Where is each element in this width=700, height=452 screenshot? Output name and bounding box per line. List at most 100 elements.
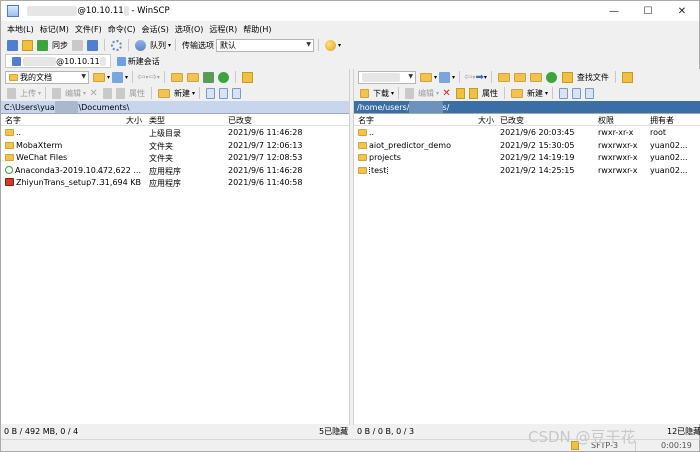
open-folder-icon[interactable] — [420, 72, 432, 82]
col-type[interactable]: 类型 — [149, 115, 165, 126]
globe-icon[interactable] — [325, 39, 337, 51]
refresh-icon[interactable] — [217, 71, 229, 83]
properties-icon[interactable] — [469, 87, 479, 99]
col-changed[interactable]: 已改变 — [500, 115, 524, 126]
invert-selection-icon[interactable] — [585, 87, 595, 99]
col-owner[interactable]: 拥有者 — [650, 115, 674, 126]
menu-session[interactable]: 会话(S) — [142, 24, 169, 35]
menu-files[interactable]: 文件(F) — [75, 24, 102, 35]
filter-icon[interactable] — [439, 71, 451, 83]
maximize-button[interactable]: ☐ — [631, 1, 665, 21]
delete-icon[interactable]: ✕ — [441, 88, 452, 99]
col-size[interactable]: 大小 — [126, 115, 142, 126]
deselect-icon[interactable] — [572, 87, 582, 99]
sync-browse-icon[interactable] — [621, 71, 633, 83]
putty-icon[interactable] — [87, 39, 98, 51]
preferences-icon[interactable] — [111, 39, 122, 51]
rename-icon[interactable] — [456, 87, 466, 99]
new-button[interactable]: 新建 — [527, 88, 543, 99]
file-owner: yuan02... — [650, 140, 688, 150]
parent-dir-icon[interactable] — [170, 72, 183, 82]
properties-button[interactable]: 属性 — [482, 88, 498, 99]
file-name: MobaXterm — [16, 140, 63, 150]
terminal-icon[interactable] — [72, 39, 83, 51]
root-dir-icon[interactable] — [186, 72, 199, 82]
table-row[interactable]: projects 2021/9/2 14:19:19 rwxrwxr-x yuan02… — [354, 152, 700, 165]
select-all-icon[interactable] — [559, 87, 569, 99]
session-tab[interactable]: xxxxxxx @10.10.11 x — [5, 54, 111, 68]
edit-icon[interactable] — [52, 87, 62, 99]
remote-hidden-count[interactable]: 12已隐藏 — [667, 425, 700, 439]
menu-remote[interactable]: 远程(R) — [209, 24, 237, 35]
delete-icon[interactable]: ✕ — [88, 88, 99, 99]
file-name: .. — [369, 128, 375, 137]
back-icon[interactable]: ⇦ — [464, 72, 472, 83]
forward-icon[interactable]: ➡ — [475, 72, 483, 83]
table-row[interactable]: WeChat Files 文件夹 2021/9/7 12:08:53 — [1, 152, 349, 165]
table-row[interactable]: aiot_predictor_demo 2021/9/2 15:30:05 rwxr… — [354, 140, 700, 153]
download-button[interactable]: 下载 — [373, 88, 389, 99]
upload-button[interactable]: 上传 — [20, 88, 36, 99]
upload-icon[interactable] — [7, 87, 16, 99]
transfer-settings-select[interactable]: 默认 ▼ — [216, 38, 315, 52]
edit-icon[interactable] — [405, 87, 415, 99]
home-dir-icon[interactable] — [529, 72, 542, 82]
col-changed[interactable]: 已改变 — [228, 115, 252, 126]
find-icon[interactable] — [241, 71, 253, 83]
queue-button[interactable]: 队列 — [150, 40, 166, 51]
local-hidden-count[interactable]: 5已隐藏 — [319, 425, 348, 439]
edit-button[interactable]: 编辑 — [418, 88, 434, 99]
queue-dropdown-icon[interactable]: ▾ — [168, 42, 171, 49]
new-icon[interactable] — [511, 88, 524, 98]
table-row[interactable]: test 2021/9/2 14:25:15 rwxrwxr-x yuan02... — [354, 165, 700, 178]
back-icon[interactable]: ⇦ — [137, 72, 145, 83]
col-size[interactable]: 大小 — [478, 115, 494, 126]
new-session-tab[interactable]: 新建会话 — [115, 56, 160, 67]
menu-mark[interactable]: 标记(M) — [40, 24, 69, 35]
table-row[interactable]: .. 2021/9/6 20:03:45 rwxr-xr-x root — [354, 127, 700, 140]
root-dir-icon[interactable] — [513, 72, 526, 82]
properties-button[interactable]: 属性 — [129, 88, 145, 99]
menu-local[interactable]: 本地(L) — [7, 24, 34, 35]
globe-dropdown-icon[interactable]: ▾ — [338, 42, 341, 49]
table-row[interactable]: MobaXterm 文件夹 2021/9/7 12:06:13 — [1, 140, 349, 153]
invert-selection-icon[interactable] — [232, 87, 242, 99]
new-button[interactable]: 新建 — [174, 88, 190, 99]
download-icon[interactable] — [360, 88, 369, 98]
col-permissions[interactable]: 权限 — [598, 115, 614, 126]
sync-icon[interactable] — [37, 39, 48, 51]
table-row[interactable]: ZhiyunTrans_setup7... 31,694 KB 应用程序 2021/9… — [1, 177, 349, 190]
filter-icon[interactable] — [112, 71, 124, 83]
remote-location-select[interactable]: xxxxxxxx ▼ — [358, 70, 416, 84]
new-window-icon[interactable] — [7, 39, 18, 51]
deselect-icon[interactable] — [219, 87, 229, 99]
minimize-button[interactable]: — — [597, 1, 631, 21]
refresh-icon[interactable] — [545, 71, 557, 83]
rename-icon[interactable] — [103, 87, 113, 99]
forward-icon[interactable]: ⇨ — [148, 72, 156, 83]
menu-commands[interactable]: 命令(C) — [108, 24, 136, 35]
select-all-icon[interactable] — [206, 87, 216, 99]
table-row[interactable]: .. 上级目录 2021/9/6 11:46:28 — [1, 127, 349, 140]
close-button[interactable]: ✕ — [665, 1, 699, 21]
file-owner: yuan02... — [650, 153, 688, 162]
menu-help[interactable]: 帮助(H) — [243, 24, 271, 35]
open-folder-icon[interactable] — [93, 72, 105, 82]
col-name[interactable]: 名字 — [5, 115, 21, 126]
table-row[interactable]: Anaconda3-2019.10... 472,622 ... 应用程序 2021/… — [1, 165, 349, 178]
new-icon[interactable] — [158, 88, 171, 98]
menu-options[interactable]: 选项(O) — [175, 24, 204, 35]
edit-button[interactable]: 编辑 — [65, 88, 81, 99]
compare-icon[interactable] — [22, 39, 33, 51]
file-date: 2021/9/6 20:03:45 — [500, 128, 575, 137]
queue-icon[interactable] — [135, 39, 146, 51]
file-permissions: rwxr-xr-x — [598, 128, 634, 137]
local-location-select[interactable]: 我的文档 ▼ — [5, 70, 89, 84]
sync-button[interactable]: 同步 — [52, 40, 68, 51]
find-files-icon[interactable] — [561, 71, 573, 83]
properties-icon[interactable] — [116, 87, 126, 99]
find-files-button[interactable]: 查找文件 — [577, 72, 609, 83]
parent-dir-icon[interactable] — [497, 72, 510, 82]
col-name[interactable]: 名字 — [358, 115, 374, 126]
home-icon[interactable] — [202, 71, 214, 83]
